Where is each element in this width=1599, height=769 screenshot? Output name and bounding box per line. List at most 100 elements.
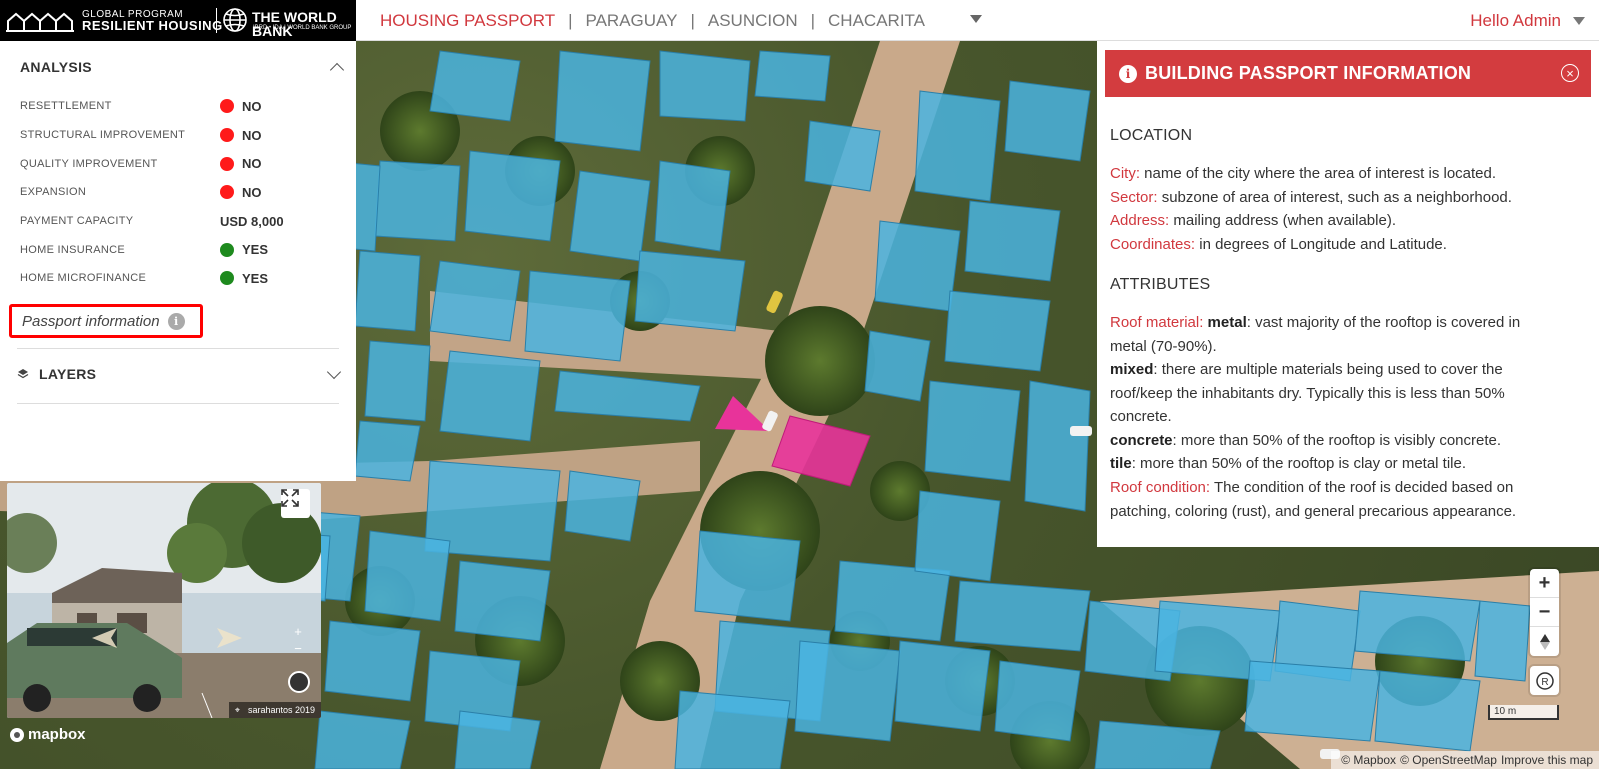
analysis-section-toggle[interactable]: ANALYSIS [20, 57, 345, 77]
breadcrumb-sector[interactable]: CHACARITA [828, 11, 925, 31]
user-menu[interactable]: Hello Admin [1470, 0, 1585, 41]
status-dot-red-icon [220, 156, 234, 171]
close-icon[interactable]: × [1561, 64, 1579, 82]
analysis-value: NO [242, 184, 262, 200]
street-view-panel[interactable]: + − ⌖ sarahantos 2019 [7, 483, 321, 718]
rotate-icon: R [1535, 671, 1554, 690]
analysis-title: ANALYSIS [20, 59, 92, 75]
passport-information-link[interactable]: Passport information i [9, 304, 203, 338]
user-greeting: Hello Admin [1470, 10, 1561, 30]
status-dot-green-icon [220, 271, 234, 286]
houses-icon [6, 12, 74, 32]
roof-material-tile: tile: more than 50% of the rooftop is cl… [1110, 452, 1548, 476]
breadcrumb-city[interactable]: ASUNCION [708, 11, 798, 31]
roof-material-concrete: concrete: more than 50% of the rooftop i… [1110, 429, 1548, 453]
analysis-label: STRUCTURAL IMPROVEMENT [20, 129, 186, 142]
analysis-label: QUALITY IMPROVEMENT [20, 157, 158, 170]
street-view-photo [7, 483, 321, 718]
rotate-button[interactable]: R [1530, 666, 1559, 695]
term-label: Coordinates: [1110, 236, 1196, 253]
logo-divider [216, 8, 217, 33]
sector-definition: Sector: subzone of area of interest, suc… [1110, 186, 1548, 210]
street-view-credit-text: sarahantos 2019 [247, 705, 315, 715]
analysis-row-payment-capacity: PAYMENT CAPACITY USD 8,000 [20, 207, 340, 236]
analysis-row-expansion: EXPANSION NO [20, 178, 340, 207]
mapbox-logo-text: mapbox [28, 726, 86, 743]
breadcrumb-separator: | [568, 10, 573, 30]
term-name: tile [1110, 455, 1132, 472]
section-divider [17, 348, 339, 349]
term-name: concrete [1110, 432, 1173, 449]
analysis-sidebar: ANALYSIS RESETTLEMENT NO STRUCTURAL IMPR… [0, 41, 356, 481]
building-passport-info-panel: i BUILDING PASSPORT INFORMATION × LOCATI… [1097, 41, 1599, 547]
term-text: : more than 50% of the rooftop is visibl… [1172, 432, 1502, 449]
section-divider [17, 403, 339, 404]
breadcrumb-country[interactable]: PARAGUAY [586, 11, 678, 31]
analysis-row-quality-improvement: QUALITY IMPROVEMENT NO [20, 149, 340, 178]
term-label: Roof condition: [1110, 479, 1211, 496]
mapbox-logo[interactable]: mapbox [10, 726, 86, 743]
breadcrumb-dropdown-icon[interactable] [970, 15, 982, 23]
fullscreen-button[interactable] [281, 489, 310, 518]
attribution-mapbox[interactable]: © Mapbox [1341, 753, 1396, 767]
analysis-value: YES [242, 242, 269, 258]
status-dot-red-icon [220, 128, 234, 143]
zoom-out-button[interactable]: − [1530, 598, 1559, 627]
status-dot-red-icon [220, 185, 234, 200]
expand-icon [281, 489, 299, 507]
map-scale: 10 m [1488, 705, 1559, 720]
layers-icon [17, 369, 29, 379]
compass-icon[interactable] [288, 671, 310, 693]
info-icon: i [1119, 64, 1137, 83]
chevron-up-icon [329, 62, 345, 77]
analysis-value: YES [242, 270, 269, 286]
compass-needle-icon [1539, 633, 1550, 650]
world-bank-globe-icon [223, 8, 247, 32]
analysis-list: RESETTLEMENT NO STRUCTURAL IMPROVEMENT N… [20, 92, 340, 293]
map-zoom-controls: + − [1530, 569, 1559, 656]
info-icon: i [167, 312, 185, 330]
info-panel-header: i BUILDING PASSPORT INFORMATION × [1105, 50, 1591, 97]
improve-map-link[interactable]: Improve this map [1501, 753, 1593, 767]
chevron-down-icon [1573, 16, 1585, 25]
term-text: name of the city where the area of inter… [1140, 165, 1497, 182]
analysis-row-resettlement: RESETTLEMENT NO [20, 92, 340, 121]
resilient-housing-logo[interactable]: GLOBAL PROGRAM RESILIENT HOUSING THE WOR… [0, 0, 356, 41]
coordinates-definition: Coordinates: in degrees of Longitude and… [1110, 233, 1548, 257]
analysis-label: HOME MICROFINANCE [20, 272, 147, 285]
analysis-value: NO [242, 98, 262, 114]
analysis-label: HOME INSURANCE [20, 243, 126, 256]
attributes-heading: ATTRIBUTES [1110, 276, 1211, 293]
street-view-zoom-in[interactable]: + [294, 623, 302, 640]
chevron-down-icon [326, 364, 342, 379]
layers-section-toggle[interactable]: LAYERS [17, 363, 342, 385]
term-label: City: [1110, 165, 1140, 182]
breadcrumb-separator: | [690, 10, 695, 30]
roof-material-mixed: mixed: there are multiple materials bein… [1110, 358, 1548, 429]
analysis-value: NO [242, 156, 262, 172]
logo-bank-sub: IBRD • IDA | WORLD BANK GROUP [253, 25, 352, 31]
app-header: GLOBAL PROGRAM RESILIENT HOUSING THE WOR… [0, 0, 1599, 41]
roof-condition-definition: Roof condition: The condition of the roo… [1110, 476, 1548, 523]
rotate-glyph: R [1541, 677, 1548, 688]
city-definition: City: name of the city where the area of… [1110, 162, 1548, 186]
breadcrumb: HOUSING PASSPORT | PARAGUAY | ASUNCION |… [380, 0, 925, 41]
zoom-in-button[interactable]: + [1530, 569, 1559, 598]
term-text: : more than 50% of the rooftop is clay o… [1131, 455, 1467, 472]
analysis-row-structural-improvement: STRUCTURAL IMPROVEMENT NO [20, 121, 340, 150]
attribution-osm[interactable]: © OpenStreetMap [1400, 753, 1497, 767]
street-view-zoom-out[interactable]: − [294, 640, 302, 657]
layers-title: LAYERS [39, 366, 97, 382]
term-text: mailing address (when available). [1169, 212, 1396, 229]
breadcrumb-housing-passport[interactable]: HOUSING PASSPORT [380, 11, 555, 31]
camera-icon: ⌖ [234, 704, 240, 715]
analysis-label: PAYMENT CAPACITY [20, 215, 134, 228]
mapbox-icon [10, 727, 24, 742]
term-text: : there are multiple materials being use… [1110, 361, 1505, 425]
map-attribution: © Mapbox © OpenStreetMap Improve this ma… [1331, 751, 1599, 769]
term-text: subzone of area of interest, such as a n… [1157, 189, 1512, 206]
term-label: Address: [1110, 212, 1170, 229]
analysis-label: RESETTLEMENT [20, 100, 112, 113]
compass-button[interactable] [1530, 627, 1559, 656]
status-dot-green-icon [220, 242, 234, 257]
